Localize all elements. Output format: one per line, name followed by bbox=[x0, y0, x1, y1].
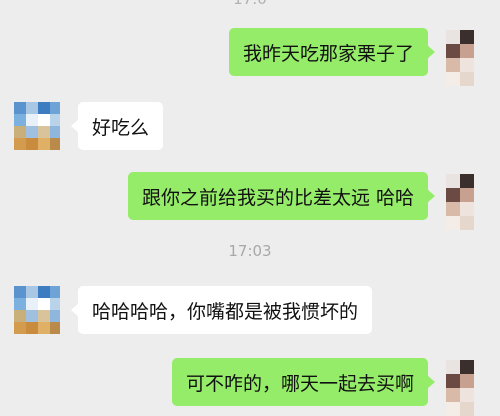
message-text: 可不咋的，哪天一起去买啊 bbox=[185, 372, 414, 395]
previous-timestamp: 17:0 bbox=[0, 0, 500, 8]
self-avatar[interactable] bbox=[446, 174, 474, 230]
message-bubble-incoming[interactable]: 哈哈哈哈，你嘴都是被我惯坏的 bbox=[70, 286, 373, 334]
self-avatar[interactable] bbox=[446, 360, 474, 416]
message-text: 我昨天吃那家栗子了 bbox=[242, 42, 414, 65]
message-text: 哈哈哈哈，你嘴都是被我惯坏的 bbox=[92, 300, 359, 323]
message-bubble-outgoing[interactable]: 可不咋的，哪天一起去买啊 bbox=[171, 358, 436, 406]
message-bubble-incoming[interactable]: 好吃么 bbox=[70, 102, 164, 150]
self-avatar[interactable] bbox=[446, 30, 474, 86]
contact-avatar[interactable] bbox=[14, 286, 60, 334]
message-text: 好吃么 bbox=[92, 116, 150, 139]
contact-avatar[interactable] bbox=[14, 102, 60, 150]
message-text: 跟你之前给我买的比差太远 哈哈 bbox=[141, 186, 414, 209]
message-bubble-outgoing[interactable]: 我昨天吃那家栗子了 bbox=[228, 28, 436, 76]
message-bubble-outgoing[interactable]: 跟你之前给我买的比差太远 哈哈 bbox=[127, 172, 436, 220]
chat-timestamp: 17:03 bbox=[228, 242, 272, 260]
